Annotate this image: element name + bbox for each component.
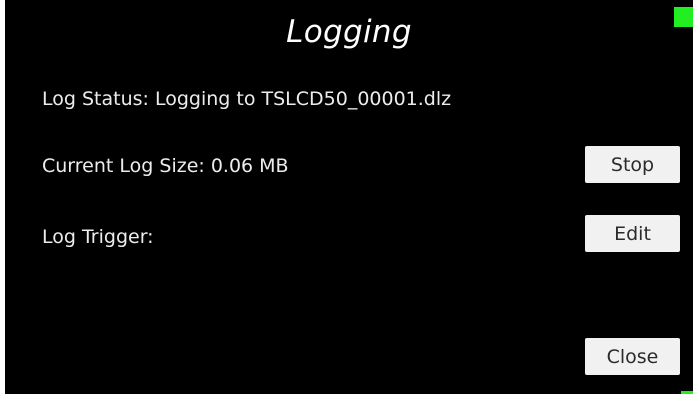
stop-button[interactable]: Stop (585, 146, 680, 183)
current-log-size-text: Current Log Size: 0.06 MB (42, 155, 289, 177)
edit-trigger-button[interactable]: Edit (585, 215, 680, 252)
log-trigger-label: Log Trigger: (42, 226, 154, 248)
log-status-text: Log Status: Logging to TSLCD50_00001.dlz (42, 88, 452, 110)
page-title: Logging (286, 14, 412, 50)
close-button[interactable]: Close (585, 338, 680, 375)
logging-screen: Logging Log Status: Logging to TSLCD50_0… (5, 0, 693, 394)
